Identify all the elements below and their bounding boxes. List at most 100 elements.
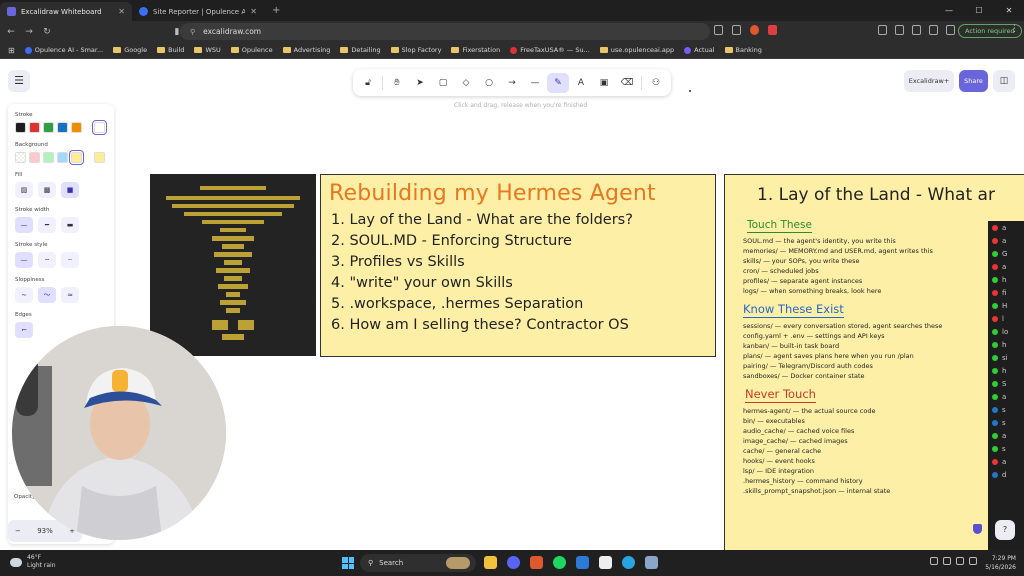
- cartoonist-icon[interactable]: ≈: [61, 287, 79, 303]
- background-swatch[interactable]: [57, 152, 68, 163]
- overlapping-app-window[interactable]: a a G a h fi H l lo h si h S a s s a s a…: [988, 221, 1024, 554]
- hand-icon[interactable]: ✋︎: [386, 73, 408, 93]
- volume-icon[interactable]: [956, 557, 964, 565]
- bookmark-item[interactable]: Actual: [684, 46, 715, 54]
- list-item[interactable]: S: [988, 377, 1024, 390]
- list-item[interactable]: d: [988, 468, 1024, 481]
- minimize-icon[interactable]: —: [934, 0, 964, 21]
- taskbar-clock[interactable]: 7:29 PM 5/16/2026: [978, 554, 1016, 572]
- more-menu-icon[interactable]: ⋮: [1010, 24, 1019, 34]
- list-item[interactable]: s: [988, 416, 1024, 429]
- selection-icon[interactable]: ➤: [409, 73, 431, 93]
- star-icon[interactable]: [732, 25, 741, 35]
- extra-tools-icon[interactable]: ⚇: [645, 73, 667, 93]
- solid-stroke-icon[interactable]: —: [15, 252, 33, 268]
- list-item[interactable]: s: [988, 442, 1024, 455]
- list-item[interactable]: a: [988, 260, 1024, 273]
- tab-excalidraw[interactable]: Excalidraw Whiteboard ✕: [0, 2, 132, 21]
- background-swatch[interactable]: [69, 150, 84, 165]
- extensions-icon[interactable]: [912, 25, 921, 35]
- bookmark-item[interactable]: Banking: [724, 46, 762, 54]
- list-item[interactable]: a: [988, 390, 1024, 403]
- taskbar-search[interactable]: ⚲ Search: [360, 554, 476, 572]
- zoom-level[interactable]: 93%: [37, 527, 53, 535]
- telegram-icon[interactable]: [622, 556, 635, 569]
- wifi-icon[interactable]: [943, 557, 951, 565]
- list-item[interactable]: a: [988, 429, 1024, 442]
- dotted-stroke-icon[interactable]: ┈: [61, 252, 79, 268]
- library-sidebar-icon[interactable]: ◫: [993, 70, 1015, 92]
- excalidraw-plus-button[interactable]: Excalidraw+: [904, 70, 954, 92]
- brave-icon[interactable]: [530, 556, 543, 569]
- stroke-swatch[interactable]: [57, 122, 68, 133]
- maximize-icon[interactable]: ☐: [964, 0, 994, 21]
- site-info-icon[interactable]: ⚲: [190, 28, 195, 36]
- notion-icon[interactable]: [599, 556, 612, 569]
- dashed-stroke-icon[interactable]: ╌: [38, 252, 56, 268]
- stroke-swatch[interactable]: [43, 122, 54, 133]
- tab-site-reporter[interactable]: Site Reporter | Opulence AI ✕: [132, 2, 264, 21]
- bookmark-item[interactable]: Opulence: [230, 46, 273, 54]
- rectangle-icon[interactable]: ▢: [432, 73, 454, 93]
- new-tab-icon[interactable]: +: [264, 5, 288, 16]
- extra-bold-stroke-icon[interactable]: ▬: [61, 217, 79, 233]
- bold-stroke-icon[interactable]: ━: [38, 217, 56, 233]
- close-window-icon[interactable]: ✕: [994, 0, 1024, 21]
- pixel-art-image[interactable]: [150, 174, 316, 356]
- list-item[interactable]: H: [988, 299, 1024, 312]
- weather-widget[interactable]: 46°F Light rain: [10, 554, 56, 570]
- share-icon[interactable]: [714, 25, 723, 35]
- share-button[interactable]: Share: [959, 70, 988, 92]
- eraser-icon[interactable]: ⌫: [616, 73, 638, 93]
- stroke-swatch[interactable]: [15, 122, 26, 133]
- windows-start-icon[interactable]: [342, 557, 354, 569]
- chevron-up-icon[interactable]: [930, 557, 938, 565]
- notepad-icon[interactable]: [645, 556, 658, 569]
- image-icon[interactable]: ▣: [593, 73, 615, 93]
- arrow-icon[interactable]: →: [501, 73, 523, 93]
- sidebar-icon[interactable]: [895, 25, 904, 35]
- reload-icon[interactable]: ↻: [40, 27, 54, 37]
- brave-rewards-icon[interactable]: [768, 25, 777, 35]
- current-background-swatch[interactable]: [94, 152, 105, 163]
- ellipse-icon[interactable]: ○: [478, 73, 500, 93]
- vscode-icon[interactable]: [576, 556, 589, 569]
- bookmark-item[interactable]: Google: [113, 46, 147, 54]
- forward-icon[interactable]: →: [22, 27, 36, 37]
- list-item[interactable]: l: [988, 312, 1024, 325]
- current-stroke-swatch[interactable]: [92, 120, 107, 135]
- bookmark-item[interactable]: Fixerstation: [451, 46, 500, 54]
- zoom-out-button[interactable]: −: [15, 527, 21, 535]
- battery-icon[interactable]: [969, 557, 977, 565]
- spotify-icon[interactable]: [553, 556, 566, 569]
- apps-icon[interactable]: ⊞: [8, 46, 15, 55]
- bookmark-item[interactable]: Slop Factory: [390, 46, 441, 54]
- list-item[interactable]: s: [988, 403, 1024, 416]
- list-item[interactable]: a: [988, 455, 1024, 468]
- bookmark-item[interactable]: Detailing: [340, 46, 381, 54]
- line-icon[interactable]: —: [524, 73, 546, 93]
- stroke-swatch[interactable]: [29, 122, 40, 133]
- media-icon[interactable]: [878, 25, 887, 35]
- file-explorer-icon[interactable]: [484, 556, 497, 569]
- hachure-fill-icon[interactable]: ▨: [15, 182, 33, 198]
- agenda-slide[interactable]: Rebuilding my Hermes Agent 1. Lay of the…: [320, 174, 716, 357]
- background-swatch[interactable]: [29, 152, 40, 163]
- help-button[interactable]: ?: [995, 520, 1015, 540]
- back-icon[interactable]: ←: [4, 27, 18, 37]
- bookmark-item[interactable]: use.opulenceai.app: [599, 46, 674, 54]
- list-item[interactable]: fi: [988, 286, 1024, 299]
- draw-icon[interactable]: ✎: [547, 72, 569, 93]
- address-bar[interactable]: ⚲ excalidraw.com: [180, 23, 710, 40]
- close-tab-icon[interactable]: ✕: [118, 7, 125, 16]
- lay-of-land-slide[interactable]: 1. Lay of the Land - What ar Touch These…: [724, 174, 1024, 554]
- lock-icon[interactable]: 🔓︎: [357, 73, 379, 93]
- bookmark-item[interactable]: FreeTaxUSA® — Su...: [510, 46, 590, 54]
- list-item[interactable]: h: [988, 338, 1024, 351]
- list-item[interactable]: h: [988, 273, 1024, 286]
- stroke-swatch[interactable]: [71, 122, 82, 133]
- download-icon[interactable]: [929, 25, 938, 35]
- solid-fill-icon[interactable]: ■: [61, 182, 79, 198]
- list-item[interactable]: lo: [988, 325, 1024, 338]
- close-tab-icon[interactable]: ✕: [250, 7, 257, 16]
